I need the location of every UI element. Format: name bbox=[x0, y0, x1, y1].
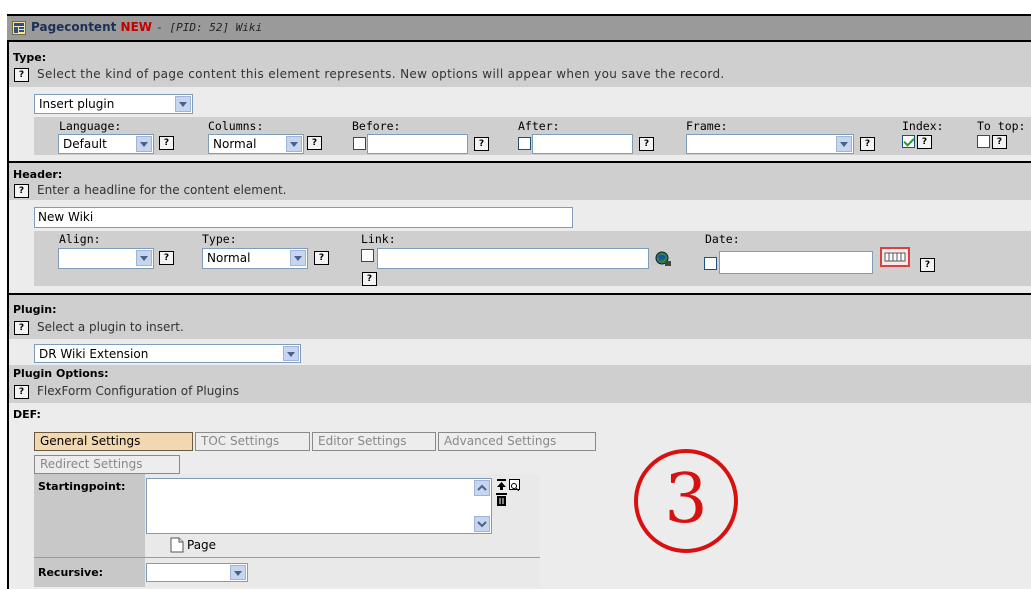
type-help-text: Select the kind of page content this ele… bbox=[37, 67, 725, 81]
help-icon[interactable]: ? bbox=[14, 385, 29, 399]
calendar-icon[interactable] bbox=[880, 247, 910, 267]
recursive-select[interactable] bbox=[146, 563, 248, 582]
plugin-options-help-text: FlexForm Configuration of Plugins bbox=[37, 384, 240, 398]
startingpoint-listbox[interactable] bbox=[146, 478, 492, 534]
chevron-down-icon bbox=[175, 96, 191, 112]
help-icon[interactable]: ? bbox=[362, 272, 377, 286]
header-heading: Header: bbox=[13, 168, 63, 181]
link-input[interactable] bbox=[377, 248, 649, 269]
link-checkbox[interactable] bbox=[361, 249, 374, 262]
language-select[interactable]: Default bbox=[58, 134, 154, 154]
columns-value: Normal bbox=[213, 137, 257, 151]
before-checkbox[interactable] bbox=[353, 137, 366, 150]
to-top-checkbox[interactable] bbox=[977, 135, 990, 148]
browse-records-icon[interactable] bbox=[509, 479, 520, 492]
to-top-label: To top: bbox=[977, 119, 1026, 133]
header-input[interactable]: New Wiki bbox=[34, 207, 573, 228]
plugin-help-text: Select a plugin to insert. bbox=[37, 320, 184, 334]
date-input[interactable] bbox=[719, 251, 873, 274]
delete-icon[interactable] bbox=[496, 493, 507, 506]
help-icon[interactable]: ? bbox=[920, 258, 935, 272]
header-type-label: Type: bbox=[202, 232, 237, 246]
date-checkbox[interactable] bbox=[704, 257, 717, 270]
language-label: Language: bbox=[59, 119, 122, 133]
header-value: New Wiki bbox=[38, 210, 94, 224]
frame-select[interactable] bbox=[686, 134, 854, 154]
header-type-value: Normal bbox=[207, 251, 251, 265]
help-icon[interactable]: ? bbox=[474, 137, 489, 151]
align-select[interactable] bbox=[58, 248, 154, 269]
title-rest: - [PID: 52] Wiki bbox=[156, 21, 263, 34]
tab-content-divider bbox=[34, 557, 540, 558]
chevron-down-icon bbox=[283, 346, 299, 361]
columns-label: Columns: bbox=[208, 119, 264, 133]
page-label: Page bbox=[187, 538, 217, 552]
type-select-value: Insert plugin bbox=[39, 97, 115, 111]
plugin-value: DR Wiki Extension bbox=[39, 347, 149, 361]
header-help-text: Enter a headline for the content element… bbox=[37, 183, 287, 197]
tab-editor-settings[interactable]: Editor Settings bbox=[312, 432, 436, 451]
startingpoint-label: Startingpoint: bbox=[38, 480, 126, 493]
chevron-down-icon bbox=[286, 136, 302, 152]
link-browser-icon[interactable] bbox=[655, 251, 671, 267]
help-icon[interactable]: ? bbox=[917, 135, 932, 149]
def-label: DEF: bbox=[13, 408, 41, 421]
move-to-top-icon[interactable] bbox=[496, 479, 507, 490]
align-label: Align: bbox=[59, 232, 101, 246]
title-bar: Pagecontent NEW - [PID: 52] Wiki bbox=[7, 16, 1031, 42]
scroll-up-icon[interactable] bbox=[474, 480, 490, 496]
help-icon[interactable]: ? bbox=[992, 135, 1007, 149]
help-icon[interactable]: ? bbox=[307, 136, 322, 150]
link-label: Link: bbox=[361, 232, 396, 246]
help-icon[interactable]: ? bbox=[14, 321, 29, 335]
title-main: Pagecontent bbox=[31, 20, 117, 34]
after-input[interactable] bbox=[532, 134, 633, 154]
chevron-down-icon bbox=[836, 136, 852, 152]
help-icon[interactable]: ? bbox=[314, 251, 329, 265]
after-label: After: bbox=[518, 119, 560, 133]
tab-toc-settings[interactable]: TOC Settings bbox=[195, 432, 310, 451]
columns-select[interactable]: Normal bbox=[208, 134, 304, 154]
chevron-down-icon bbox=[290, 250, 306, 266]
before-input[interactable] bbox=[367, 134, 468, 154]
scroll-down-icon[interactable] bbox=[474, 516, 490, 532]
help-icon[interactable]: ? bbox=[14, 184, 29, 198]
index-label: Index: bbox=[902, 119, 944, 133]
chevron-down-icon bbox=[230, 565, 246, 580]
index-checkbox[interactable] bbox=[902, 135, 915, 148]
help-icon[interactable]: ? bbox=[159, 136, 174, 150]
page-icon bbox=[170, 537, 184, 553]
annotation-marker: 3 bbox=[634, 449, 738, 553]
plugin-select[interactable]: DR Wiki Extension bbox=[34, 344, 301, 363]
annotation-number: 3 bbox=[664, 460, 708, 539]
date-label: Date: bbox=[705, 232, 740, 246]
title-new-badge: NEW bbox=[120, 20, 153, 34]
recursive-label: Recursive: bbox=[38, 566, 104, 579]
after-checkbox[interactable] bbox=[518, 137, 531, 150]
plugin-heading: Plugin: bbox=[13, 303, 57, 316]
tab-advanced-settings[interactable]: Advanced Settings bbox=[438, 432, 596, 451]
plugin-options-heading: Plugin Options: bbox=[13, 367, 109, 380]
tab-redirect-settings[interactable]: Redirect Settings bbox=[34, 455, 180, 474]
tab-general-settings[interactable]: General Settings bbox=[34, 432, 193, 451]
page-content-icon bbox=[12, 21, 26, 35]
before-label: Before: bbox=[352, 119, 401, 133]
type-heading: Type: bbox=[13, 51, 47, 64]
help-icon[interactable]: ? bbox=[159, 251, 174, 265]
chevron-down-icon bbox=[136, 136, 152, 152]
chevron-down-icon bbox=[136, 250, 152, 266]
help-icon[interactable]: ? bbox=[639, 137, 654, 151]
help-icon[interactable]: ? bbox=[860, 137, 875, 151]
help-icon[interactable]: ? bbox=[14, 68, 29, 82]
window-title: Pagecontent NEW - [PID: 52] Wiki bbox=[31, 20, 262, 34]
frame-label: Frame: bbox=[686, 119, 728, 133]
language-value: Default bbox=[63, 137, 107, 151]
header-type-select[interactable]: Normal bbox=[202, 248, 308, 269]
type-select[interactable]: Insert plugin bbox=[34, 94, 193, 114]
